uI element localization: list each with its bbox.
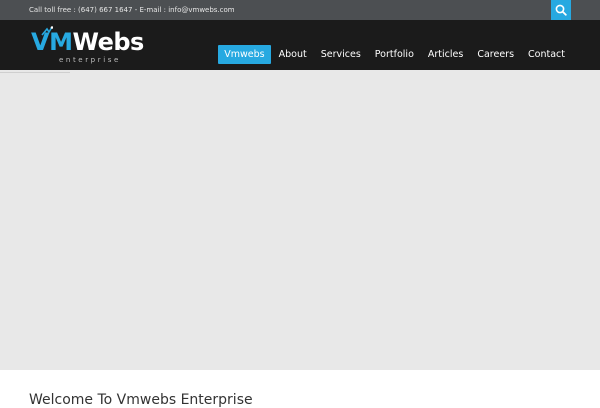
top-bar: Call toll free : (647) 667 1647 - E-mail…: [0, 0, 600, 20]
logo-word: Webs: [72, 28, 144, 56]
search-icon: [555, 4, 567, 16]
nav-item-careers[interactable]: Careers: [471, 45, 520, 64]
welcome-heading: Welcome To Vmwebs Enterprise: [29, 392, 253, 408]
main-nav: Vmwebs About Services Portfolio Articles…: [218, 45, 571, 64]
logo-tagline: enterprise: [59, 56, 121, 64]
hero-divider: [0, 72, 70, 73]
nav-item-contact[interactable]: Contact: [522, 45, 571, 64]
site-header: VMWebs enterprise Vmwebs About Services …: [0, 20, 600, 70]
site-logo[interactable]: VMWebs enterprise: [31, 26, 144, 66]
hero-banner: [0, 70, 600, 370]
search-button[interactable]: [551, 0, 571, 20]
nav-item-services[interactable]: Services: [315, 45, 367, 64]
logo-spark-icon: [41, 26, 53, 36]
nav-item-about[interactable]: About: [273, 45, 313, 64]
nav-item-portfolio[interactable]: Portfolio: [369, 45, 420, 64]
nav-item-vmwebs[interactable]: Vmwebs: [218, 45, 271, 64]
contact-info: Call toll free : (647) 667 1647 - E-mail…: [29, 6, 235, 14]
nav-item-articles[interactable]: Articles: [422, 45, 469, 64]
